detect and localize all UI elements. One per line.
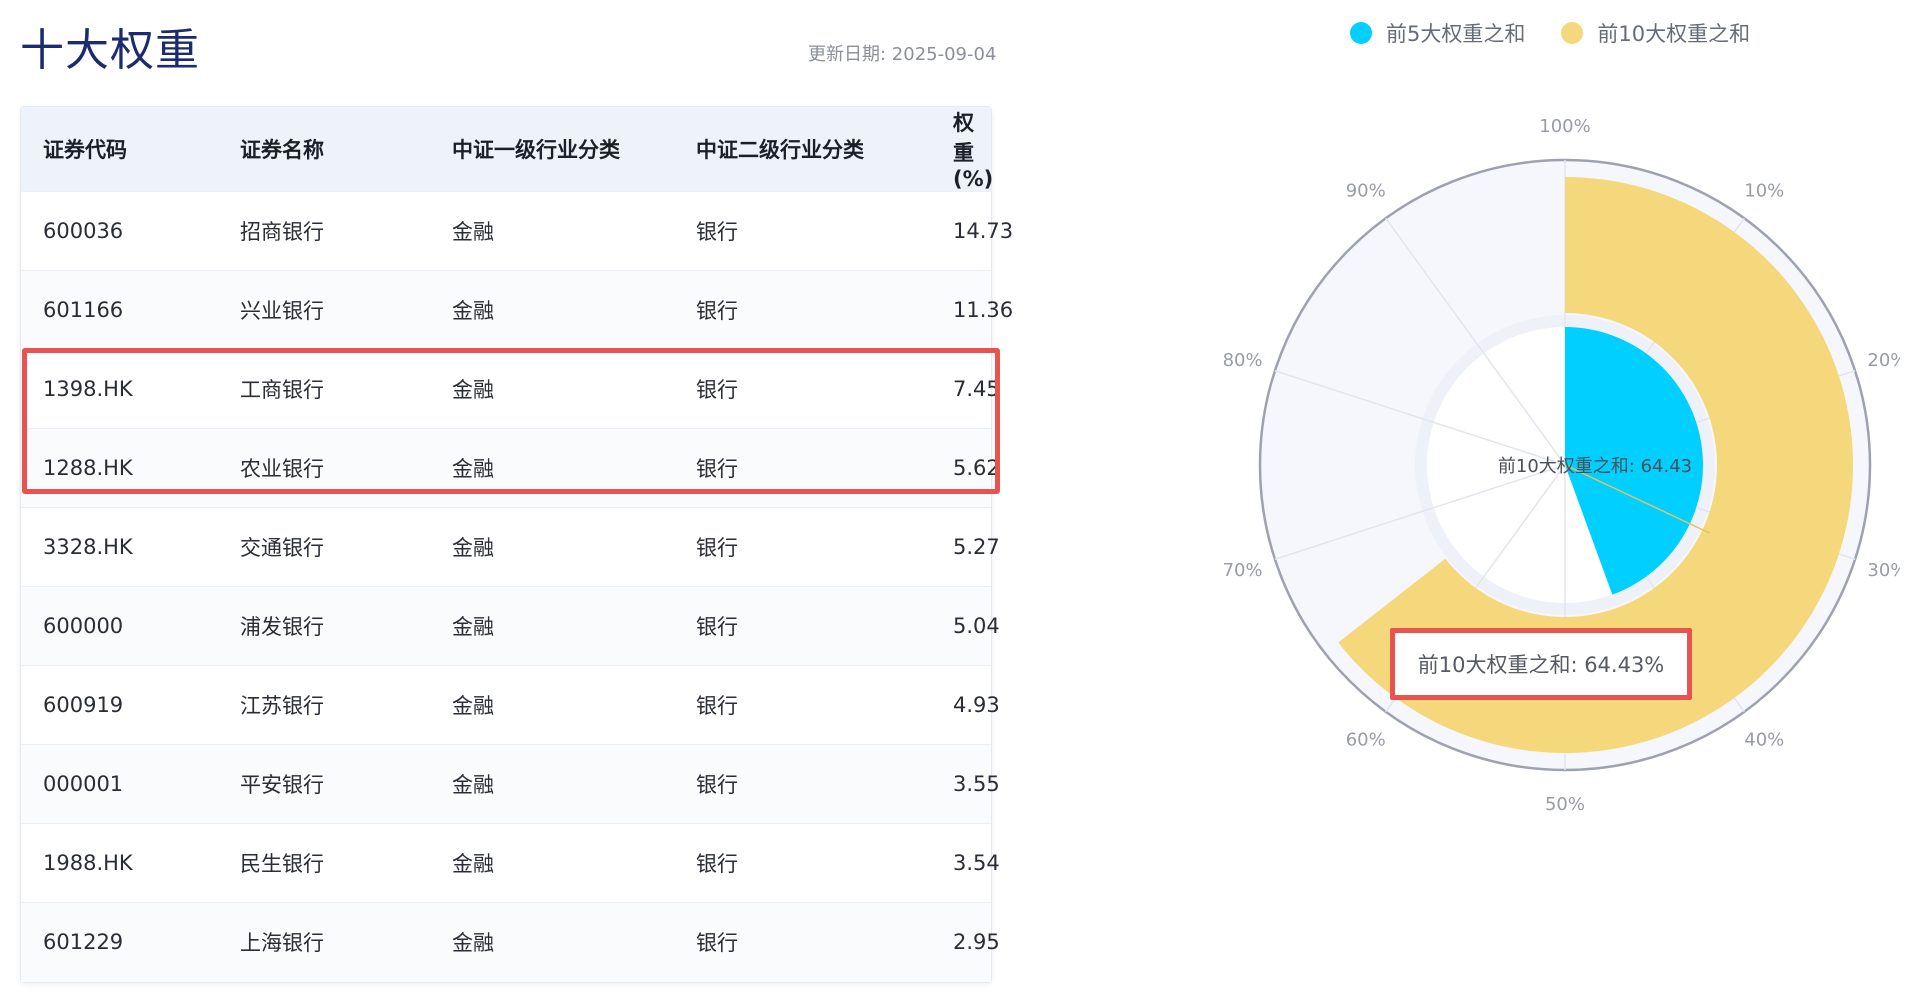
cell-industry-1: 金融 [452,536,494,560]
angle-tick-label: 10% [1744,181,1784,202]
chart-legend: 前5大权重之和 前10大权重之和 [1350,18,1750,48]
angle-tick-label: 30% [1867,560,1900,581]
cell-industry-2: 银行 [696,220,738,244]
cell-weight: 5.62 [953,456,1000,480]
cell-name: 工商银行 [240,378,324,402]
cell-code: 600000 [43,614,124,638]
cell-code: 601229 [43,930,124,955]
legend-label-top5: 前5大权重之和 [1386,22,1526,46]
cell-industry-1: 金融 [452,694,494,718]
cell-name: 平安银行 [240,773,324,797]
cell-industry-2: 银行 [696,615,738,639]
col-header-industry-1: 中证一级行业分类 [452,138,620,162]
table-row: 600919 江苏银行 金融 银行 4.93 [21,665,1000,745]
cell-industry-2: 银行 [696,773,738,797]
table-row: 601166 兴业银行 金融 银行 11.36 [21,270,1014,350]
angle-tick-label: 50% [1545,794,1585,815]
angle-tick-label: 100% [1539,116,1590,137]
cell-weight: 7.45 [953,377,1000,401]
angle-tick-label: 70% [1223,560,1263,581]
cell-name: 交通银行 [240,536,324,560]
update-date: 更新日期: 2025-09-04 [808,44,997,65]
table-header-row: 证券代码 证券名称 中证一级行业分类 中证二级行业分类 权重(%) [21,107,994,192]
center-label: 前10大权重之和: 64.43 [1498,456,1692,477]
cell-industry-1: 金融 [452,615,494,639]
cell-name: 上海银行 [240,931,324,956]
cell-name: 浦发银行 [240,615,324,639]
cell-industry-2: 银行 [696,694,738,718]
angle-tick-label: 40% [1744,729,1784,750]
cell-code: 1398.HK [43,377,133,401]
cell-code: 1988.HK [43,851,133,875]
legend-item-top10[interactable]: 前10大权重之和 [1561,18,1750,48]
col-header-industry-2: 中证二级行业分类 [696,138,864,162]
legend-label-top10: 前10大权重之和 [1597,22,1751,46]
cell-code: 601166 [43,298,124,322]
cell-industry-1: 金融 [452,773,494,797]
table-row: 000001 平安银行 金融 银行 3.55 [21,744,1000,824]
cell-industry-1: 金融 [452,852,494,876]
angle-tick-label: 60% [1346,729,1386,750]
cell-industry-1: 金融 [452,220,494,244]
table-row: 3328.HK 交通银行 金融 银行 5.27 [21,507,1000,587]
cell-industry-2: 银行 [696,457,738,481]
holdings-table-grid: 证券代码 证券名称 中证一级行业分类 中证二级行业分类 权重(%) 600036… [21,107,1014,982]
col-header-weight: 权重(%) [953,111,994,191]
angle-tick-label: 20% [1867,350,1900,371]
legend-dot-top10 [1561,22,1584,44]
cell-code: 000001 [43,772,124,796]
cell-industry-1: 金融 [452,931,494,956]
cell-weight: 4.93 [953,693,1000,717]
cell-name: 兴业银行 [240,299,324,323]
cell-weight: 14.73 [953,219,1014,243]
col-header-name: 证券名称 [240,138,324,162]
angle-tick-label: 80% [1223,350,1263,371]
cell-industry-2: 银行 [696,931,738,956]
cell-code: 600036 [43,219,124,243]
cell-name: 农业银行 [240,457,324,481]
angle-tick-label: 90% [1346,181,1386,202]
table-row: 600000 浦发银行 金融 银行 5.04 [21,586,1000,666]
table-row: 1988.HK 民生银行 金融 银行 3.54 [21,823,1000,903]
chart-tooltip: 前10大权重之和: 64.43% [1390,628,1692,700]
cell-industry-2: 银行 [696,536,738,560]
cell-industry-2: 银行 [696,299,738,323]
cell-weight: 2.95 [953,930,1000,955]
legend-dot-top5 [1350,22,1372,44]
cell-weight: 5.27 [953,535,1000,559]
page-title: 十大权重 [20,25,200,76]
cell-weight: 3.55 [953,772,1000,796]
page: 十大权重 更新日期: 2025-09-04 证券代码 证券名称 中证一级行业分类… [0,0,1906,996]
cell-industry-1: 金融 [452,378,494,402]
cell-industry-2: 银行 [696,378,738,402]
table-row: 601229 上海银行 金融 银行 2.95 [21,902,1000,982]
cell-code: 600919 [43,693,124,717]
cell-name: 江苏银行 [240,694,324,718]
cell-industry-2: 银行 [696,852,738,876]
cell-name: 招商银行 [240,220,324,244]
cell-weight: 11.36 [953,298,1014,322]
table-row: 1398.HK 工商银行 金融 银行 7.45 [21,349,1000,429]
holdings-table: 证券代码 证券名称 中证一级行业分类 中证二级行业分类 权重(%) 600036… [20,106,1014,983]
table-row: 600036 招商银行 金融 银行 14.73 [21,191,1014,271]
table-row: 1288.HK 农业银行 金融 银行 5.62 [21,428,1000,508]
legend-item-top5[interactable]: 前5大权重之和 [1350,18,1525,48]
cell-weight: 5.04 [953,614,1000,638]
col-header-code: 证券代码 [43,138,127,162]
cell-code: 3328.HK [43,535,133,559]
cell-industry-1: 金融 [452,299,494,323]
cell-code: 1288.HK [43,456,133,480]
polar-bar-chart: 100% 10% 20% 30% 40% 50% 60% 70% 80% 90% 前10大权重之和:… [1223,116,1900,815]
cell-name: 民生银行 [240,852,324,876]
cell-industry-1: 金融 [452,457,494,481]
cell-weight: 3.54 [953,851,1000,875]
